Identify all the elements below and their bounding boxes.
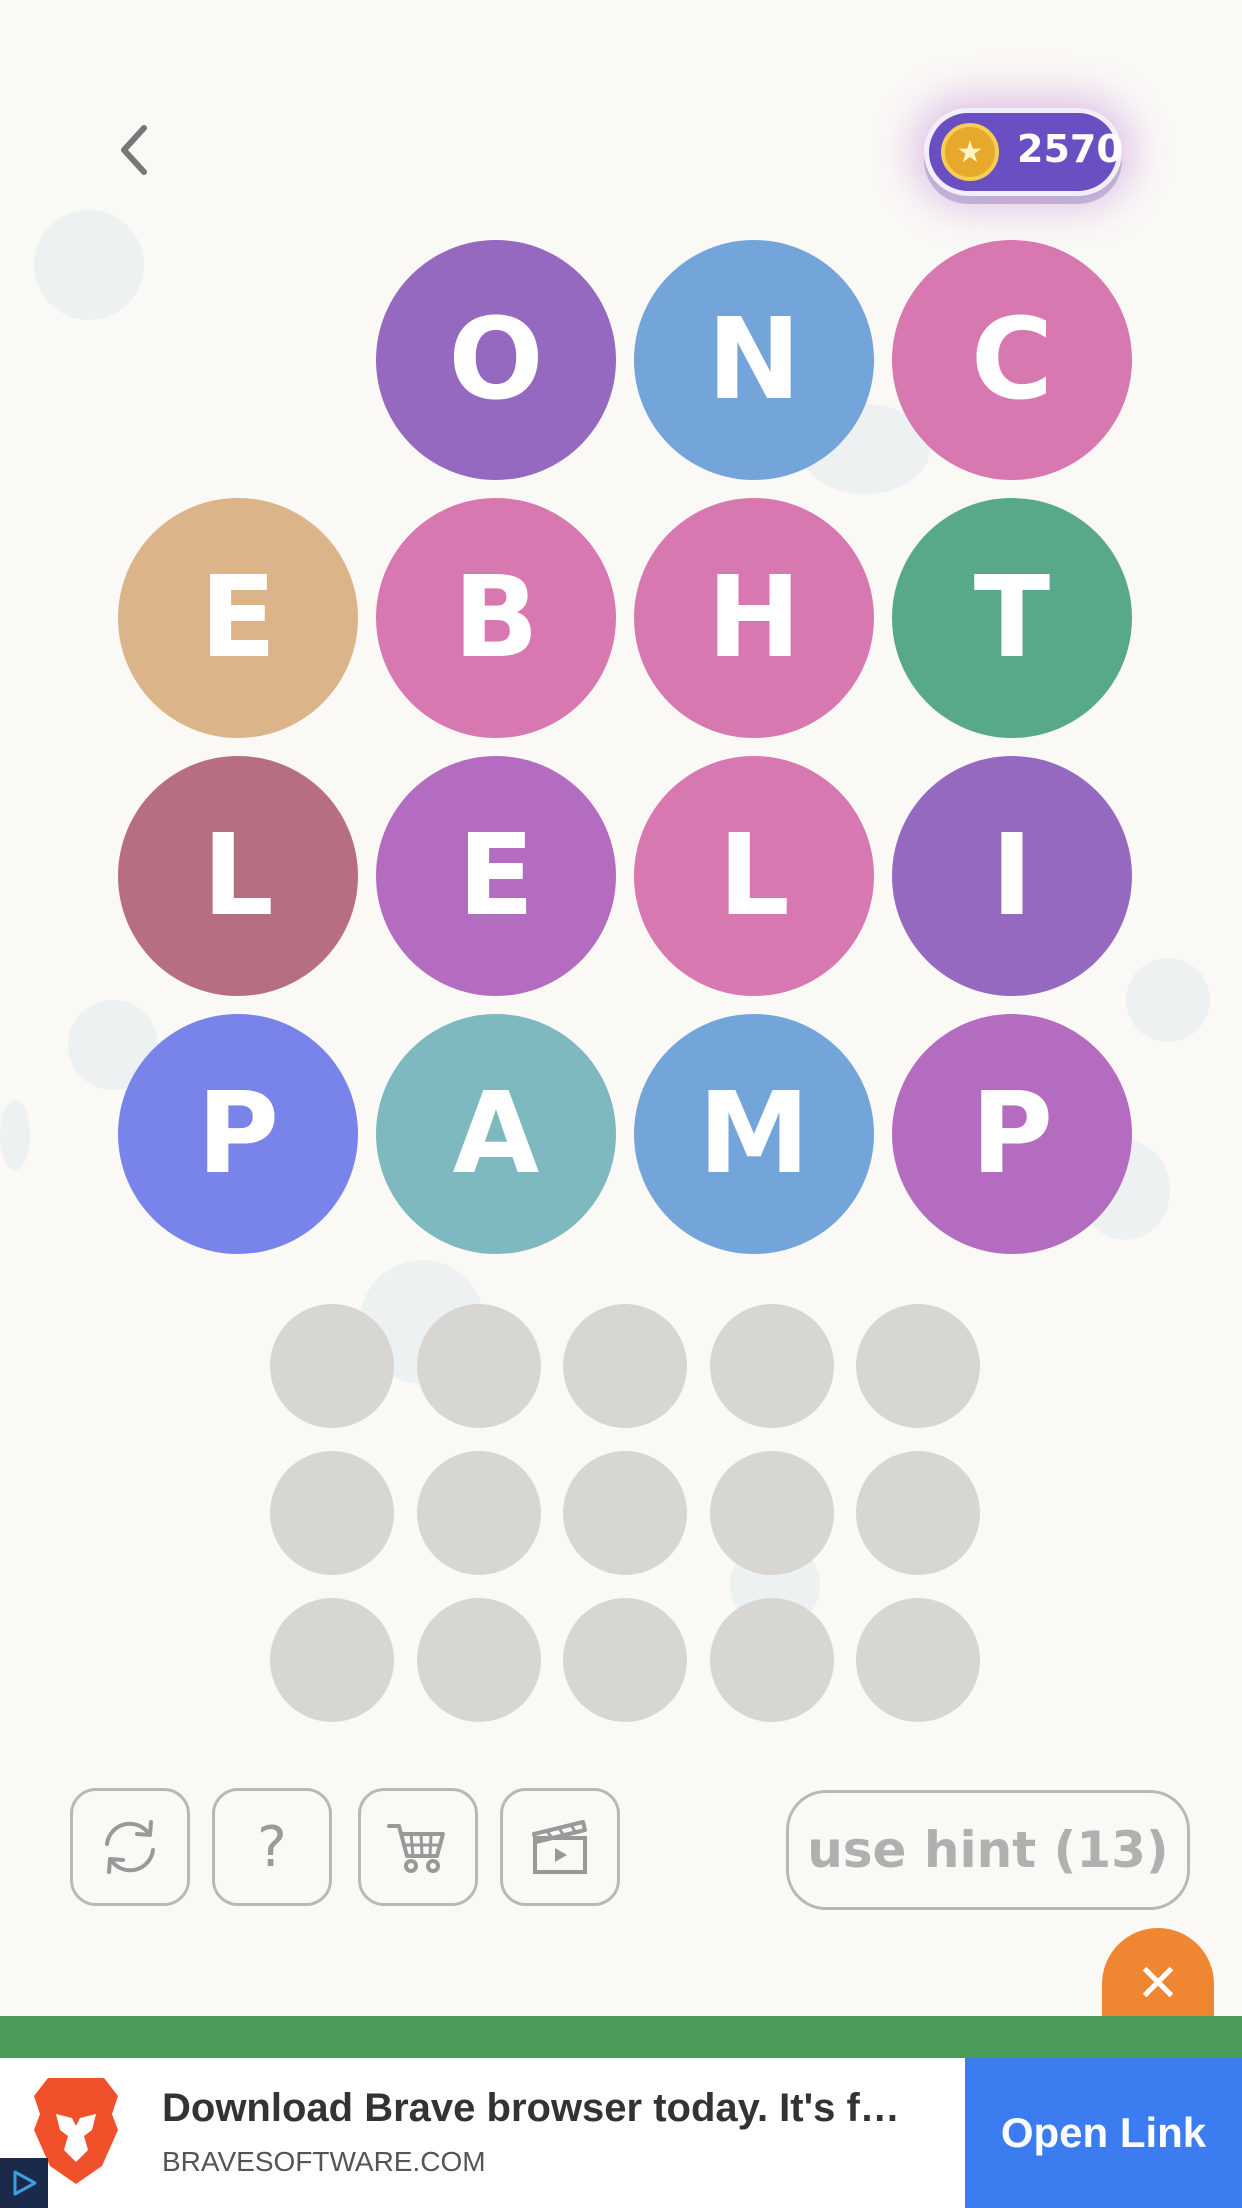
ad-domain: BRAVESOFTWARE.COM — [162, 2146, 486, 2177]
letter-tile-label: P — [196, 1069, 280, 1199]
letter-tile-label: L — [202, 811, 274, 941]
letter-tile-label: O — [448, 295, 544, 425]
letter-tile[interactable]: L — [118, 756, 358, 996]
ad-top-stripe — [0, 2016, 1242, 2058]
letter-tile[interactable]: L — [634, 756, 874, 996]
letter-tile[interactable]: I — [892, 756, 1132, 996]
letter-tile[interactable]: T — [892, 498, 1132, 738]
chevron-left-icon — [121, 125, 147, 175]
letter-tile-label: P — [970, 1069, 1054, 1199]
letter-tile-label: I — [991, 811, 1033, 941]
help-label: ? — [257, 1814, 287, 1880]
letter-tile[interactable]: N — [634, 240, 874, 480]
ad-banner[interactable]: Download Brave browser today. It's f… BR… — [0, 2058, 1242, 2208]
ad-title: Download Brave browser today. It's f… — [162, 2086, 900, 2130]
shuffle-button[interactable] — [70, 1788, 190, 1906]
answer-slot — [710, 1451, 834, 1575]
answer-slot — [856, 1598, 980, 1722]
refresh-icon — [105, 1820, 155, 1874]
coin-counter[interactable]: ★ 2570 — [924, 108, 1123, 196]
watch-video-button[interactable] — [500, 1788, 620, 1906]
back-button[interactable] — [108, 118, 164, 182]
answer-slot — [563, 1598, 687, 1722]
letter-tile-label: A — [452, 1069, 540, 1199]
cart-icon — [387, 1824, 445, 1873]
clapperboard-icon — [532, 1820, 587, 1874]
letter-tile[interactable]: E — [376, 756, 616, 996]
letter-tile[interactable]: A — [376, 1014, 616, 1254]
answer-slot — [710, 1304, 834, 1428]
answer-slot — [270, 1598, 394, 1722]
answer-slot — [856, 1451, 980, 1575]
letter-tile[interactable]: H — [634, 498, 874, 738]
answer-slot — [417, 1598, 541, 1722]
background-bubble — [34, 210, 144, 320]
letter-tile[interactable]: B — [376, 498, 616, 738]
letter-tile[interactable]: M — [634, 1014, 874, 1254]
letter-tile[interactable]: P — [118, 1014, 358, 1254]
letter-tile[interactable]: C — [892, 240, 1132, 480]
answer-slot — [563, 1451, 687, 1575]
answer-slot — [270, 1451, 394, 1575]
coin-count: 2570 — [1017, 127, 1123, 171]
help-button[interactable]: ? — [212, 1788, 332, 1906]
letter-tile-label: E — [457, 811, 535, 941]
shop-button[interactable] — [358, 1788, 478, 1906]
answer-slot — [856, 1304, 980, 1428]
letter-tile-label: B — [453, 553, 539, 683]
open-link-button[interactable]: Open Link — [965, 2058, 1242, 2208]
background-bubble — [1126, 958, 1210, 1042]
star-coin-icon: ★ — [941, 123, 999, 181]
letter-tile[interactable]: E — [118, 498, 358, 738]
letter-tile-label: M — [698, 1069, 810, 1199]
letter-tile-label: L — [718, 811, 790, 941]
ad-choices-icon[interactable] — [0, 2158, 48, 2208]
answer-slot — [417, 1451, 541, 1575]
letter-tile-label: C — [970, 295, 1054, 425]
close-icon: ✕ — [1136, 1954, 1180, 2014]
play-triangle-icon — [13, 2170, 37, 2196]
answer-slot — [710, 1598, 834, 1722]
letter-tile-label: T — [973, 553, 1051, 683]
answer-slot — [563, 1304, 687, 1428]
letter-tile-label: H — [707, 553, 801, 683]
background-bubble — [0, 1100, 30, 1170]
letter-tile-label: E — [199, 553, 277, 683]
answer-slot — [270, 1304, 394, 1428]
letter-tile-label: N — [707, 295, 801, 425]
letter-tile[interactable]: O — [376, 240, 616, 480]
answer-slot — [417, 1304, 541, 1428]
letter-tile[interactable]: P — [892, 1014, 1132, 1254]
use-hint-button[interactable]: use hint (13) — [786, 1790, 1190, 1910]
